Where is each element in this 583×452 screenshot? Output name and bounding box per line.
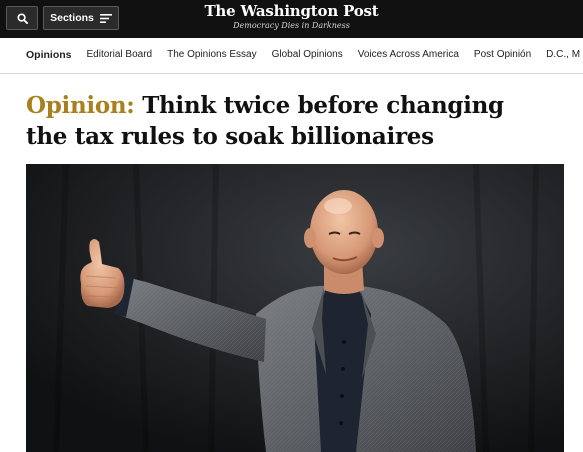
nav-item-voices-across-america[interactable]: Voices Across America — [358, 49, 459, 61]
nav-item-post-opini-n[interactable]: Post Opinión — [474, 49, 531, 61]
article-headline[interactable]: Opinion: Think twice before changing the… — [26, 90, 546, 152]
nav-item-the-opinions-essay[interactable]: The Opinions Essay — [167, 49, 257, 61]
opinion-kicker: Opinion: — [26, 92, 135, 119]
nav-item-editorial-board[interactable]: Editorial Board — [87, 49, 153, 61]
brand-tagline: Democracy Dies in Darkness — [233, 21, 350, 30]
nav-item-opinions[interactable]: Opinions — [26, 49, 72, 61]
brand-logo[interactable]: The Washington Post Democracy Dies in Da… — [0, 2, 583, 31]
nav-list: Opinions Editorial Board The Opinions Essa… — [26, 49, 583, 61]
photo-illustration — [26, 164, 564, 452]
nav-item-global-opinions[interactable]: Global Opinions — [272, 49, 343, 61]
opinions-nav: Opinions Editorial Board The Opinions Essa… — [0, 38, 583, 74]
lead-photo[interactable] — [26, 164, 564, 452]
brand-name: The Washington Post — [204, 2, 379, 20]
top-bar: Sections The Washington Post Democracy D… — [0, 0, 583, 38]
nav-item-d-c-m[interactable]: D.C., M — [546, 49, 580, 61]
